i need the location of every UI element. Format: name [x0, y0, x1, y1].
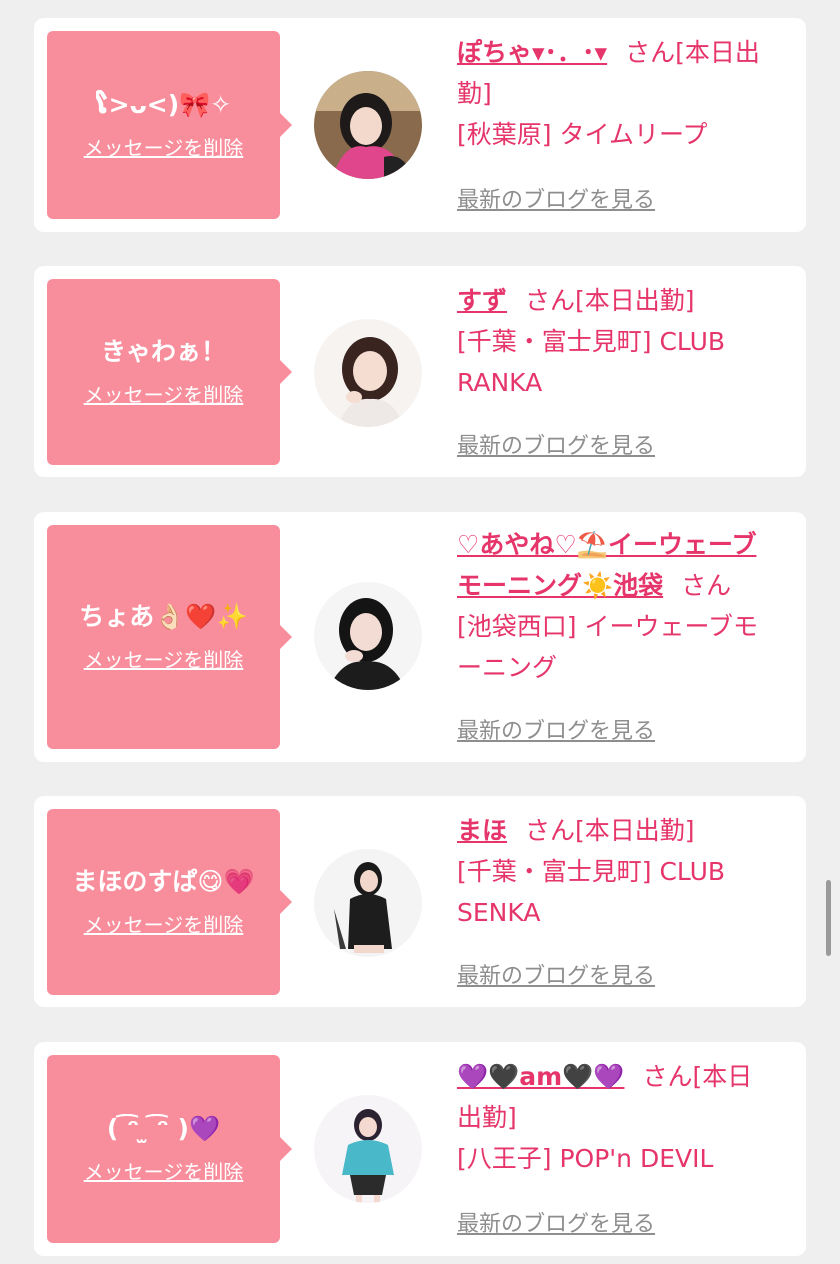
shop-line: [千葉・富士見町] CLUB — [457, 327, 726, 356]
avatar-image — [314, 849, 422, 957]
message-text: まほのすぱ😋💗 — [72, 866, 255, 896]
message-bubble: きゃわぁ！ メッセージを削除 — [47, 279, 292, 465]
message-bubble: まほのすぱ😋💗 メッセージを削除 — [47, 809, 292, 995]
delete-message-link[interactable]: メッセージを削除 — [84, 909, 244, 938]
name-suffix: さん[本日出 — [625, 38, 760, 67]
delete-message-link[interactable]: メッセージを削除 — [84, 1156, 244, 1185]
avatar-image — [314, 582, 422, 690]
name-suffix: さん — [681, 571, 732, 600]
latest-blog-link[interactable]: 最新のブログを見る — [457, 958, 655, 990]
girl-info: 💜🖤am🖤💜 さん[本日 出勤] [八王子] POP'n DEVIL — [457, 1056, 791, 1179]
name-suffix: さん[本日 — [642, 1062, 753, 1091]
shop-line: [八王子] POP'n DEVIL — [457, 1144, 714, 1173]
girl-name-link[interactable]: 💜🖤am🖤💜 — [457, 1062, 624, 1091]
delete-message-link[interactable]: メッセージを削除 — [84, 644, 244, 673]
girl-name-link[interactable]: モーニング☀️池袋 — [457, 571, 663, 600]
latest-blog-link[interactable]: 最新のブログを見る — [457, 1206, 655, 1238]
favorite-card: きゃわぁ！ メッセージを削除 すず さん[本日出勤] [千葉・富士見町] CLUB… — [34, 266, 806, 477]
info-line: 勤] — [457, 79, 492, 108]
scrollbar[interactable] — [826, 880, 831, 956]
shop-line: ーニング — [457, 653, 558, 682]
message-bubble: ໂ>ᴗ<)🎀✧ メッセージを削除 — [47, 31, 292, 219]
name-suffix: さん[本日出勤] — [525, 286, 695, 315]
girl-name-link[interactable]: ♡あやね♡⛱️イーウェーブ — [457, 530, 756, 559]
delete-message-link[interactable]: メッセージを削除 — [84, 379, 244, 408]
shop-line: [千葉・富士見町] CLUB — [457, 857, 726, 886]
avatar[interactable] — [314, 71, 422, 179]
message-text: きゃわぁ！ — [100, 336, 226, 366]
latest-blog-link[interactable]: 最新のブログを見る — [457, 428, 655, 460]
delete-message-link[interactable]: メッセージを削除 — [84, 132, 244, 161]
shop-line: [池袋西口] イーウェーブモ — [457, 612, 758, 641]
favorite-card: ちょあ👌🏻❤️✨ メッセージを削除 ♡あやね♡⛱️イーウェーブ モーニング☀️池… — [34, 512, 806, 762]
avatar-image — [314, 71, 422, 179]
shop-line: SENKA — [457, 898, 541, 927]
name-suffix: さん[本日出勤] — [525, 816, 695, 845]
avatar[interactable] — [314, 849, 422, 957]
avatar[interactable] — [314, 1095, 422, 1203]
avatar-image — [314, 319, 422, 427]
girl-info: ぽちゃ▾･．･▾ さん[本日出 勤] [秋葉原] タイムリープ — [457, 32, 791, 155]
message-text: ໂ>ᴗ<)🎀✧ — [95, 89, 232, 119]
message-bubble: ちょあ👌🏻❤️✨ メッセージを削除 — [47, 525, 292, 749]
girl-info: すず さん[本日出勤] [千葉・富士見町] CLUB RANKA — [457, 280, 791, 403]
message-text: ( ͡ᵔ ̫ ͡ᵔ )💜 — [106, 1113, 221, 1143]
shop-line: RANKA — [457, 368, 543, 397]
avatar[interactable] — [314, 582, 422, 690]
girl-info: まほ さん[本日出勤] [千葉・富士見町] CLUB SENKA — [457, 810, 791, 933]
girl-name-link[interactable]: ぽちゃ▾･．･▾ — [457, 38, 607, 67]
avatar-image — [314, 1095, 422, 1203]
girl-info: ♡あやね♡⛱️イーウェーブ モーニング☀️池袋 さん [池袋西口] イーウェーブモ… — [457, 524, 791, 688]
message-bubble: ( ͡ᵔ ̫ ͡ᵔ )💜 メッセージを削除 — [47, 1055, 292, 1243]
info-line: 出勤] — [457, 1103, 517, 1132]
latest-blog-link[interactable]: 最新のブログを見る — [457, 182, 655, 214]
message-text: ちょあ👌🏻❤️✨ — [79, 601, 248, 631]
latest-blog-link[interactable]: 最新のブログを見る — [457, 713, 655, 745]
favorite-card: ( ͡ᵔ ̫ ͡ᵔ )💜 メッセージを削除 💜🖤am🖤💜 さん[本日 出勤] [八… — [34, 1042, 806, 1256]
girl-name-link[interactable]: すず — [457, 286, 507, 315]
girl-name-link[interactable]: まほ — [457, 816, 507, 845]
avatar[interactable] — [314, 319, 422, 427]
favorite-card: まほのすぱ😋💗 メッセージを削除 まほ さん[本日出勤] [千葉・富士見町] CL… — [34, 796, 806, 1007]
shop-line: [秋葉原] タイムリープ — [457, 120, 708, 149]
favorite-card: ໂ>ᴗ<)🎀✧ メッセージを削除 ぽちゃ▾･．･▾ さん[本日出 勤] [秋葉原]… — [34, 18, 806, 232]
